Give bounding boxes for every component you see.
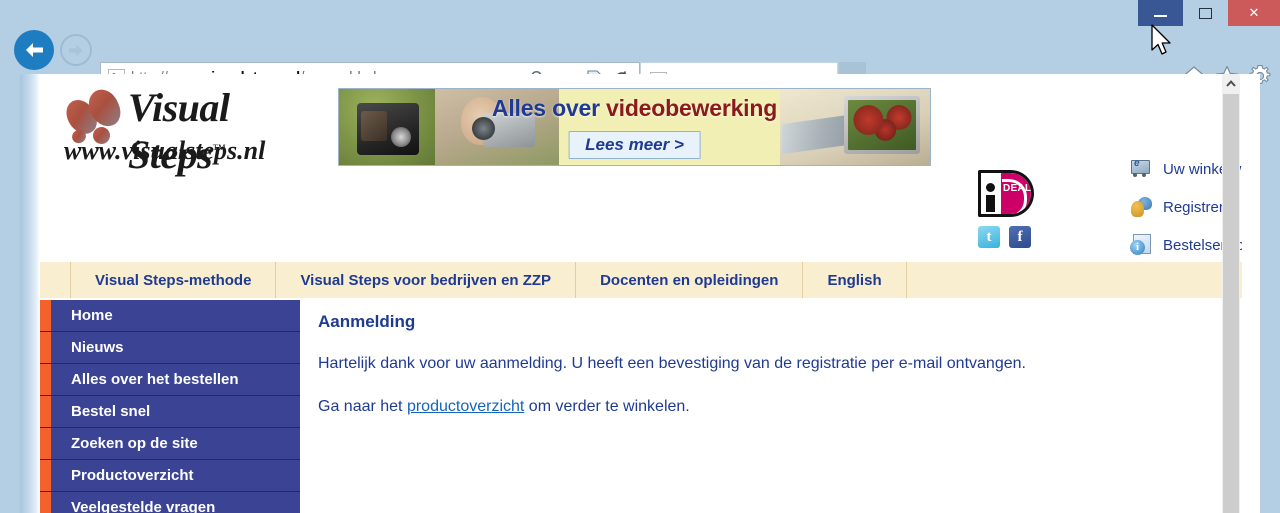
page-title: Aanmelding [318, 312, 416, 331]
sidebar-accent [40, 300, 51, 331]
chevron-up-icon [1226, 79, 1236, 87]
promo-banner[interactable]: Alles over videobewerking Lees meer > [338, 88, 931, 166]
sidebar-accent [40, 332, 51, 363]
sidebar-item-label: Bestel snel [71, 403, 151, 420]
sidebar-item-nieuws[interactable]: Nieuws [40, 332, 300, 364]
info-icon [1130, 234, 1154, 256]
sidebar-item-label: Nieuws [71, 339, 124, 356]
sidebar-accent [40, 364, 51, 395]
main-content: Aanmelding Hartelijk dank voor uw aanmel… [318, 312, 1218, 440]
sidebar-item-home[interactable]: Home [40, 300, 300, 332]
sidebar-accent [40, 492, 51, 513]
sidebar-item-zoeken[interactable]: Zoeken op de site [40, 428, 300, 460]
content-paragraph-2: Ga naar het productoverzicht om verder t… [318, 397, 1218, 418]
users-icon [1130, 196, 1154, 218]
sidebar-item-label: Productoverzicht [71, 467, 194, 484]
maximize-icon [1199, 7, 1212, 19]
banner-headline-part1: Alles over [491, 95, 607, 121]
back-button[interactable] [14, 30, 54, 70]
back-arrow-icon [26, 43, 43, 57]
nav-item-docenten[interactable]: Docenten en opleidingen [576, 262, 804, 298]
sidebar-item-vragen[interactable]: Veelgestelde vragen [40, 492, 300, 513]
shopping-cart-icon: e [1130, 158, 1154, 180]
content-paragraph-1: Hartelijk dank voor uw aanmelding. U hee… [318, 355, 1026, 372]
p2-after: om verder te winkelen. [524, 397, 690, 415]
page-viewport: Visual Steps™ www.visualsteps.nl Alles o… [20, 74, 1260, 513]
twitter-icon[interactable]: t [978, 226, 1000, 248]
web-page: Visual Steps™ www.visualsteps.nl Alles o… [20, 74, 1242, 513]
page-left-gradient [20, 74, 40, 513]
ideal-deal-text: DEAL [1003, 183, 1032, 194]
sidebar-item-label: Zoeken op de site [71, 435, 198, 452]
scrollbar-thumb[interactable] [1223, 94, 1239, 513]
main-navigation: Visual Steps-methode Visual Steps voor b… [40, 262, 1242, 298]
minimize-icon [1154, 15, 1167, 17]
window-controls: ✕ [1138, 0, 1280, 26]
sidebar-menu: Home Nieuws Alles over het bestellen Bes… [40, 300, 300, 513]
page-scrollbar[interactable] [1222, 74, 1240, 513]
nav-item-bedrijven[interactable]: Visual Steps voor bedrijven en ZZP [276, 262, 577, 298]
navigation-row: http://www.visualsteps.nl/aanmeld.php [0, 28, 1280, 100]
close-icon: ✕ [1248, 5, 1260, 21]
sidebar-item-bestel-snel[interactable]: Bestel snel [40, 396, 300, 428]
sidebar-accent [40, 396, 51, 427]
ideal-payment-logo: DEAL [978, 170, 1034, 217]
nav-item-methode[interactable]: Visual Steps-methode [70, 262, 277, 298]
forward-arrow-icon [69, 44, 83, 56]
sidebar-item-productoverzicht[interactable]: Productoverzicht [40, 460, 300, 492]
p2-before: Ga naar het [318, 397, 407, 415]
facebook-icon[interactable]: f [1009, 226, 1031, 248]
close-button[interactable]: ✕ [1228, 0, 1280, 26]
banner-cta-button[interactable]: Lees meer > [568, 131, 701, 159]
banner-headline: Alles over videobewerking [339, 95, 930, 122]
sidebar-item-label: Veelgestelde vragen [71, 499, 216, 513]
minimize-button[interactable] [1138, 0, 1183, 26]
productoverzicht-link[interactable]: productoverzicht [407, 398, 524, 415]
social-icons: t f [978, 226, 1031, 248]
nav-filler [907, 262, 1242, 298]
browser-chrome: ✕ http://www.visualsteps.nl/aanmeld.php [0, 0, 1280, 100]
maximize-button[interactable] [1183, 0, 1228, 26]
twitter-glyph: t [986, 228, 992, 245]
site-logo[interactable]: Visual Steps™ www.visualsteps.nl [60, 84, 330, 179]
sidebar-item-label: Alles over het bestellen [71, 371, 239, 388]
forward-button[interactable] [60, 34, 92, 66]
sidebar-item-bestellen[interactable]: Alles over het bestellen [40, 364, 300, 396]
sidebar-accent [40, 460, 51, 491]
sidebar-accent [40, 428, 51, 459]
logo-url: www.visualsteps.nl [64, 136, 266, 165]
scroll-up-button[interactable] [1222, 74, 1240, 92]
banner-headline-part2: videobewerking [606, 95, 778, 121]
facebook-glyph: f [1017, 228, 1023, 245]
cart-badge: e [1134, 158, 1140, 169]
nav-item-english[interactable]: English [803, 262, 907, 298]
site-header: Visual Steps™ www.visualsteps.nl Alles o… [40, 74, 1242, 255]
browser-window: ✕ http://www.visualsteps.nl/aanmeld.php [0, 0, 1280, 513]
